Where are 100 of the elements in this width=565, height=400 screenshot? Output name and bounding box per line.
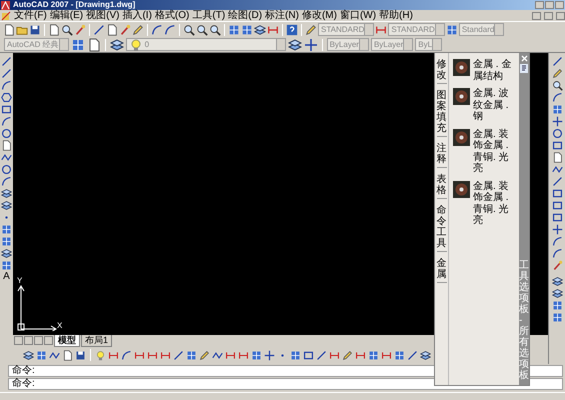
- layers-icon[interactable]: [420, 350, 431, 360]
- bulb-icon[interactable]: [128, 38, 143, 52]
- grid-icon[interactable]: [552, 300, 562, 311]
- grid-icon[interactable]: [241, 24, 253, 36]
- grid-icon[interactable]: [290, 350, 301, 360]
- menu-item[interactable]: 插入(I): [122, 10, 152, 20]
- rectangle-icon[interactable]: [552, 212, 562, 223]
- brush-icon[interactable]: [74, 24, 86, 36]
- page-icon[interactable]: [48, 24, 60, 36]
- layout-tab[interactable]: 模型: [54, 334, 80, 347]
- tab-next-button[interactable]: [34, 336, 43, 345]
- magnifier-icon[interactable]: [183, 24, 195, 36]
- hexagon-icon[interactable]: [1, 92, 12, 103]
- line-icon[interactable]: [1, 68, 12, 79]
- dimension-icon[interactable]: [267, 24, 279, 36]
- line-icon[interactable]: [552, 56, 562, 67]
- menu-item[interactable]: 绘图(D): [228, 10, 262, 20]
- grid-icon[interactable]: [446, 24, 458, 36]
- arc-icon[interactable]: [552, 248, 562, 259]
- line-icon[interactable]: [93, 24, 105, 36]
- rectangle-icon[interactable]: [303, 350, 314, 360]
- menu-item[interactable]: 编辑(E): [50, 10, 84, 20]
- palette-tool[interactable]: 金属 . 金属结构: [453, 59, 517, 82]
- circle-icon[interactable]: [1, 128, 12, 139]
- palette-tool[interactable]: 金属. 波纹金属 . 钢: [453, 88, 517, 122]
- arc-icon[interactable]: [121, 350, 132, 360]
- dimension-icon[interactable]: [134, 350, 145, 360]
- layers-icon[interactable]: [110, 38, 124, 52]
- layers-icon[interactable]: [552, 288, 562, 299]
- brush-icon[interactable]: [119, 24, 131, 36]
- pencil-icon[interactable]: [552, 68, 562, 79]
- menu-item[interactable]: 文件(F): [14, 10, 47, 20]
- grid-icon[interactable]: [552, 104, 562, 115]
- grid-icon[interactable]: [70, 38, 85, 52]
- palette-tab[interactable]: 注释: [436, 143, 446, 168]
- tab-first-button[interactable]: [14, 336, 23, 345]
- bulb-icon[interactable]: [95, 350, 106, 360]
- page-icon[interactable]: [1, 140, 12, 151]
- menu-item[interactable]: 工具(T): [192, 10, 226, 20]
- text-tool-button[interactable]: A: [3, 272, 10, 282]
- pencil-icon[interactable]: [305, 24, 317, 36]
- magnifier-icon[interactable]: [196, 24, 208, 36]
- polyline-icon[interactable]: [212, 350, 223, 360]
- grid-icon[interactable]: [251, 350, 262, 360]
- layers-icon[interactable]: [254, 24, 266, 36]
- layers-icon[interactable]: [1, 200, 12, 211]
- pencil-icon[interactable]: [132, 24, 144, 36]
- layout-tab[interactable]: 布局1: [81, 334, 112, 347]
- dimension-icon[interactable]: [238, 350, 249, 360]
- menu-item[interactable]: 修改(M): [302, 10, 337, 20]
- grid-icon[interactable]: [1, 260, 12, 271]
- dimension-icon[interactable]: [355, 350, 366, 360]
- arc-icon[interactable]: [1, 80, 12, 91]
- dimension-icon[interactable]: [147, 350, 158, 360]
- palette-tab[interactable]: 表格: [436, 174, 446, 199]
- grid-icon[interactable]: [186, 350, 197, 360]
- properties-icon[interactable]: [520, 64, 528, 73]
- line-icon[interactable]: [1, 56, 12, 67]
- dimension-icon[interactable]: [375, 24, 388, 36]
- dimension-icon[interactable]: [381, 350, 392, 360]
- menu-item[interactable]: 标注(N): [265, 10, 299, 20]
- tab-last-button[interactable]: [44, 336, 53, 345]
- palette-tool[interactable]: 金属. 装饰金属 . 青铜. 光亮: [453, 180, 517, 226]
- dimension-icon[interactable]: [108, 350, 119, 360]
- layers-icon[interactable]: [23, 350, 34, 360]
- layers-icon[interactable]: [1, 248, 12, 259]
- menu-item[interactable]: 视图(V): [86, 10, 120, 20]
- rectangle-icon[interactable]: [552, 140, 562, 151]
- arc-icon[interactable]: [1, 176, 12, 187]
- grid-icon[interactable]: [36, 350, 47, 360]
- menu-item[interactable]: 帮助(H): [379, 10, 413, 20]
- layers-icon[interactable]: [552, 276, 562, 287]
- brush-icon[interactable]: [552, 260, 562, 271]
- page-icon[interactable]: [552, 152, 562, 163]
- circle-icon[interactable]: [552, 128, 562, 139]
- pencil-icon[interactable]: [342, 350, 353, 360]
- dimension-icon[interactable]: [329, 350, 340, 360]
- magnifier-icon[interactable]: [209, 24, 221, 36]
- grid-icon[interactable]: [1, 224, 12, 235]
- dimension-icon[interactable]: [225, 350, 236, 360]
- grid-icon[interactable]: [552, 312, 562, 323]
- layers-icon[interactable]: [288, 38, 302, 52]
- grid-icon[interactable]: [1, 236, 12, 247]
- palette-tab[interactable]: 命令工具: [436, 205, 446, 252]
- rectangle-icon[interactable]: [552, 200, 562, 211]
- rectangle-icon[interactable]: [552, 188, 562, 199]
- page-icon[interactable]: [62, 350, 73, 360]
- dimension-icon[interactable]: [160, 350, 171, 360]
- magnifier-icon[interactable]: [552, 80, 562, 91]
- arc-icon[interactable]: [164, 24, 176, 36]
- line-icon[interactable]: [316, 350, 327, 360]
- menu-item[interactable]: 窗口(W): [340, 10, 376, 20]
- polyline-icon[interactable]: [49, 350, 60, 360]
- help-icon[interactable]: [286, 24, 298, 36]
- polyline-icon[interactable]: [552, 164, 562, 175]
- tab-prev-button[interactable]: [24, 336, 33, 345]
- grid-icon[interactable]: [394, 350, 405, 360]
- grid-icon[interactable]: [368, 350, 379, 360]
- polyline-icon[interactable]: [1, 152, 12, 163]
- arc-icon[interactable]: [552, 236, 562, 247]
